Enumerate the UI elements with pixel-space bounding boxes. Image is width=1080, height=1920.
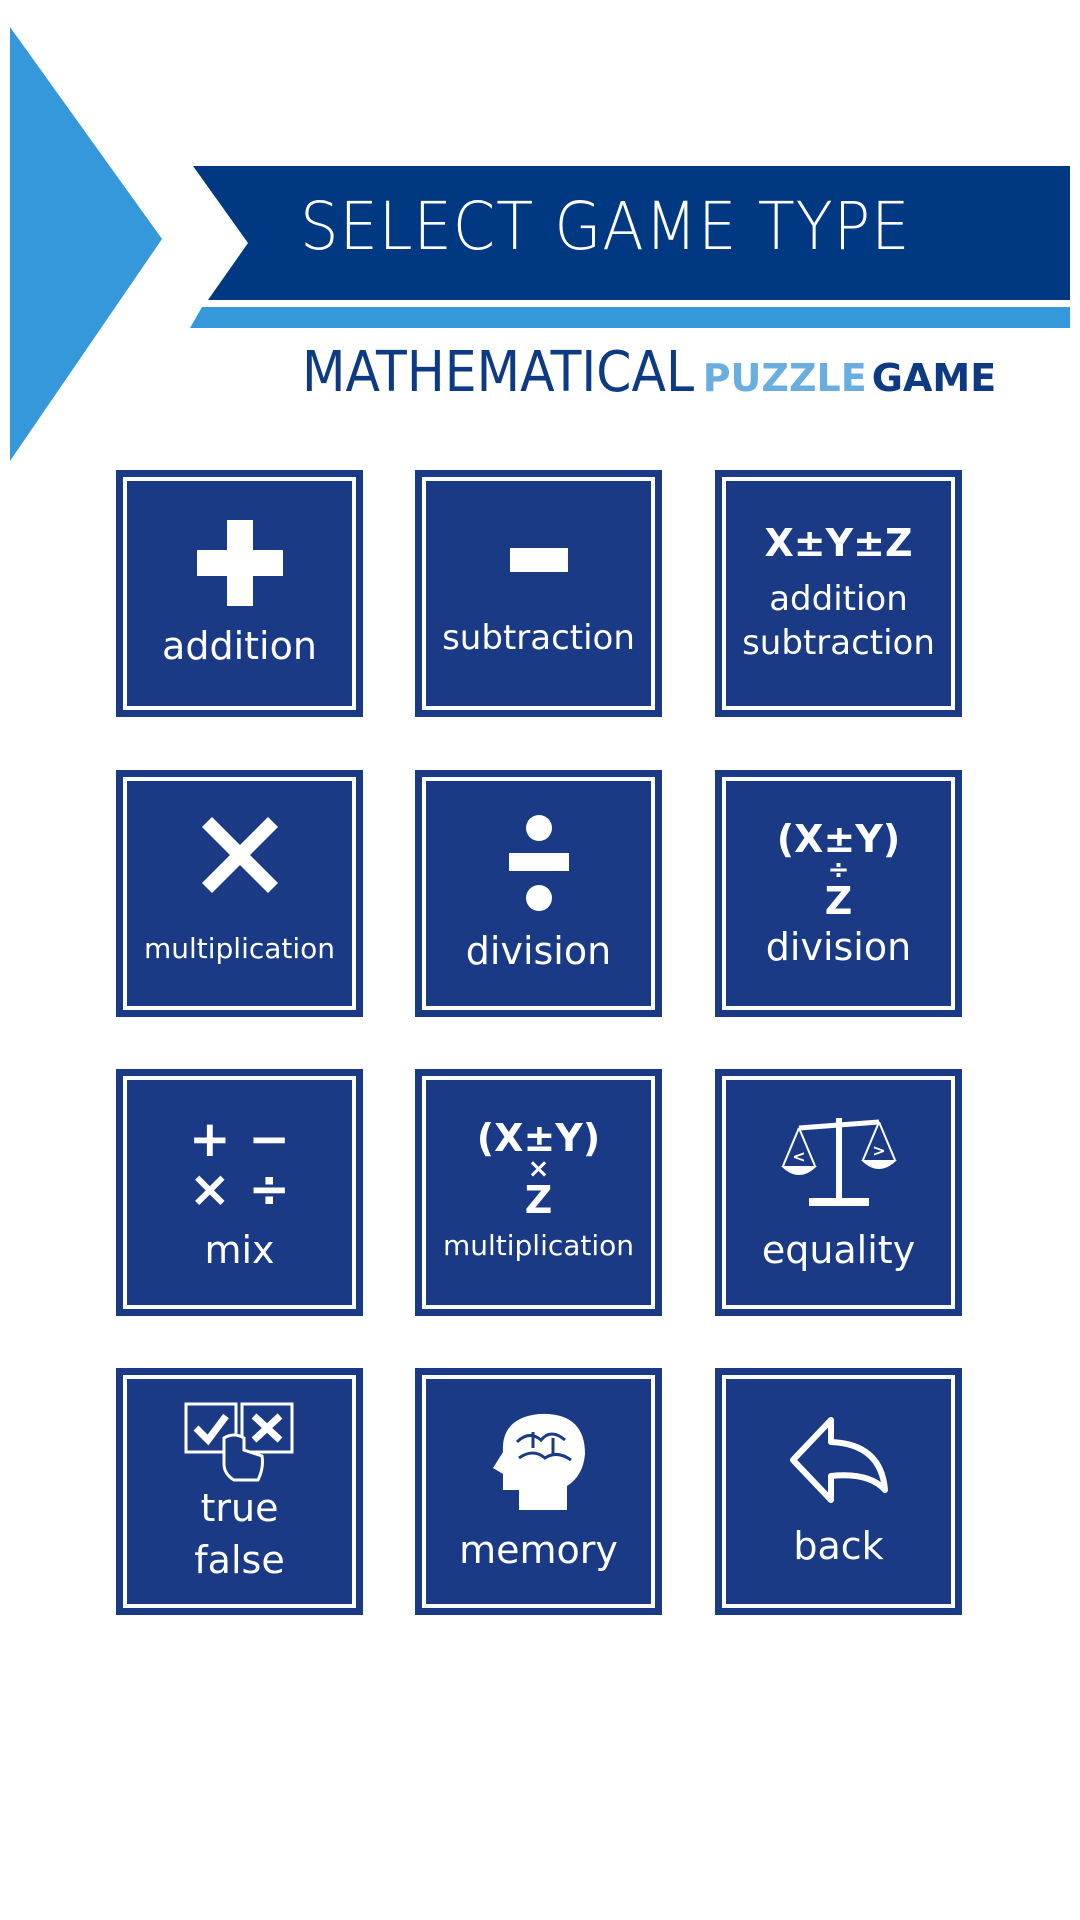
times-icon [201, 816, 278, 897]
subtitle-mathematical: MATHEMATICAL [302, 340, 695, 405]
addition-subtraction-button[interactable]: X±Y±Z addition subtraction [715, 470, 962, 717]
operators-row1: + − [188, 1109, 291, 1168]
operators-row2: × ÷ [188, 1159, 291, 1218]
minus-icon [509, 547, 568, 576]
multiplication-button[interactable]: multiplication [116, 770, 363, 1017]
formula-operator: × [527, 1153, 550, 1184]
tile-label-line2: subtraction [742, 622, 935, 663]
formula-division-button[interactable]: (X±Y) ÷ Z division [715, 770, 962, 1017]
tile-label: multiplication [442, 1228, 635, 1262]
tile-label: memory [459, 1527, 618, 1572]
divide-icon [508, 814, 569, 915]
brain-head-icon [489, 1412, 589, 1514]
tile-label: back [793, 1523, 884, 1568]
formula-top: (X±Y) [776, 816, 901, 861]
formula-multiplication-button[interactable]: (X±Y) × Z multiplication [415, 1069, 662, 1316]
formula-top: (X±Y) [476, 1115, 601, 1160]
plus-icon [196, 519, 283, 610]
formula-bottom: Z [824, 878, 853, 923]
back-arrow-icon [789, 1416, 889, 1510]
division-button[interactable]: division [415, 770, 662, 1017]
tile-label-line1: addition [769, 578, 908, 619]
checkbox-hand-icon [184, 1402, 296, 1486]
app-subtitle: MATHEMATICAL PUZZLE GAME [302, 340, 996, 405]
svg-text:>: > [872, 1141, 885, 1160]
tile-label-line2: false [194, 1537, 285, 1582]
xy-over-z-formula-icon: (X±Y) ÷ Z [777, 819, 900, 921]
formula-bottom: Z [524, 1177, 553, 1222]
tile-label-line1: true [200, 1485, 279, 1530]
tile-label: division [465, 928, 612, 973]
xy-times-z-formula-icon: (X±Y) × Z [477, 1118, 600, 1220]
page-title: SELECT GAME TYPE [300, 188, 911, 265]
balance-scale-icon: < > [779, 1114, 899, 1214]
tile-label: equality [761, 1227, 916, 1272]
true-false-button[interactable]: true false [116, 1368, 363, 1615]
addition-button[interactable]: addition [116, 470, 363, 717]
xyz-formula-icon: X±Y±Z [764, 520, 913, 565]
mix-button[interactable]: + − × ÷ mix [116, 1069, 363, 1316]
tile-label: multiplication [143, 931, 336, 965]
tile-label: addition [162, 623, 317, 668]
svg-text:<: < [792, 1147, 805, 1166]
equality-button[interactable]: < > equality [715, 1069, 962, 1316]
mixed-operators-icon: + − × ÷ [189, 1114, 290, 1214]
subtitle-puzzle: PUZZLE [702, 356, 867, 400]
tile-label: mix [204, 1227, 275, 1272]
decorative-arrow-triangle [10, 27, 162, 461]
tile-label: division [765, 924, 912, 969]
memory-button[interactable]: memory [415, 1368, 662, 1615]
tile-label: subtraction [442, 617, 635, 658]
subtraction-button[interactable]: subtraction [415, 470, 662, 717]
formula-operator: ÷ [827, 854, 850, 885]
subtitle-game: GAME [871, 356, 997, 400]
back-button[interactable]: back [715, 1368, 962, 1615]
